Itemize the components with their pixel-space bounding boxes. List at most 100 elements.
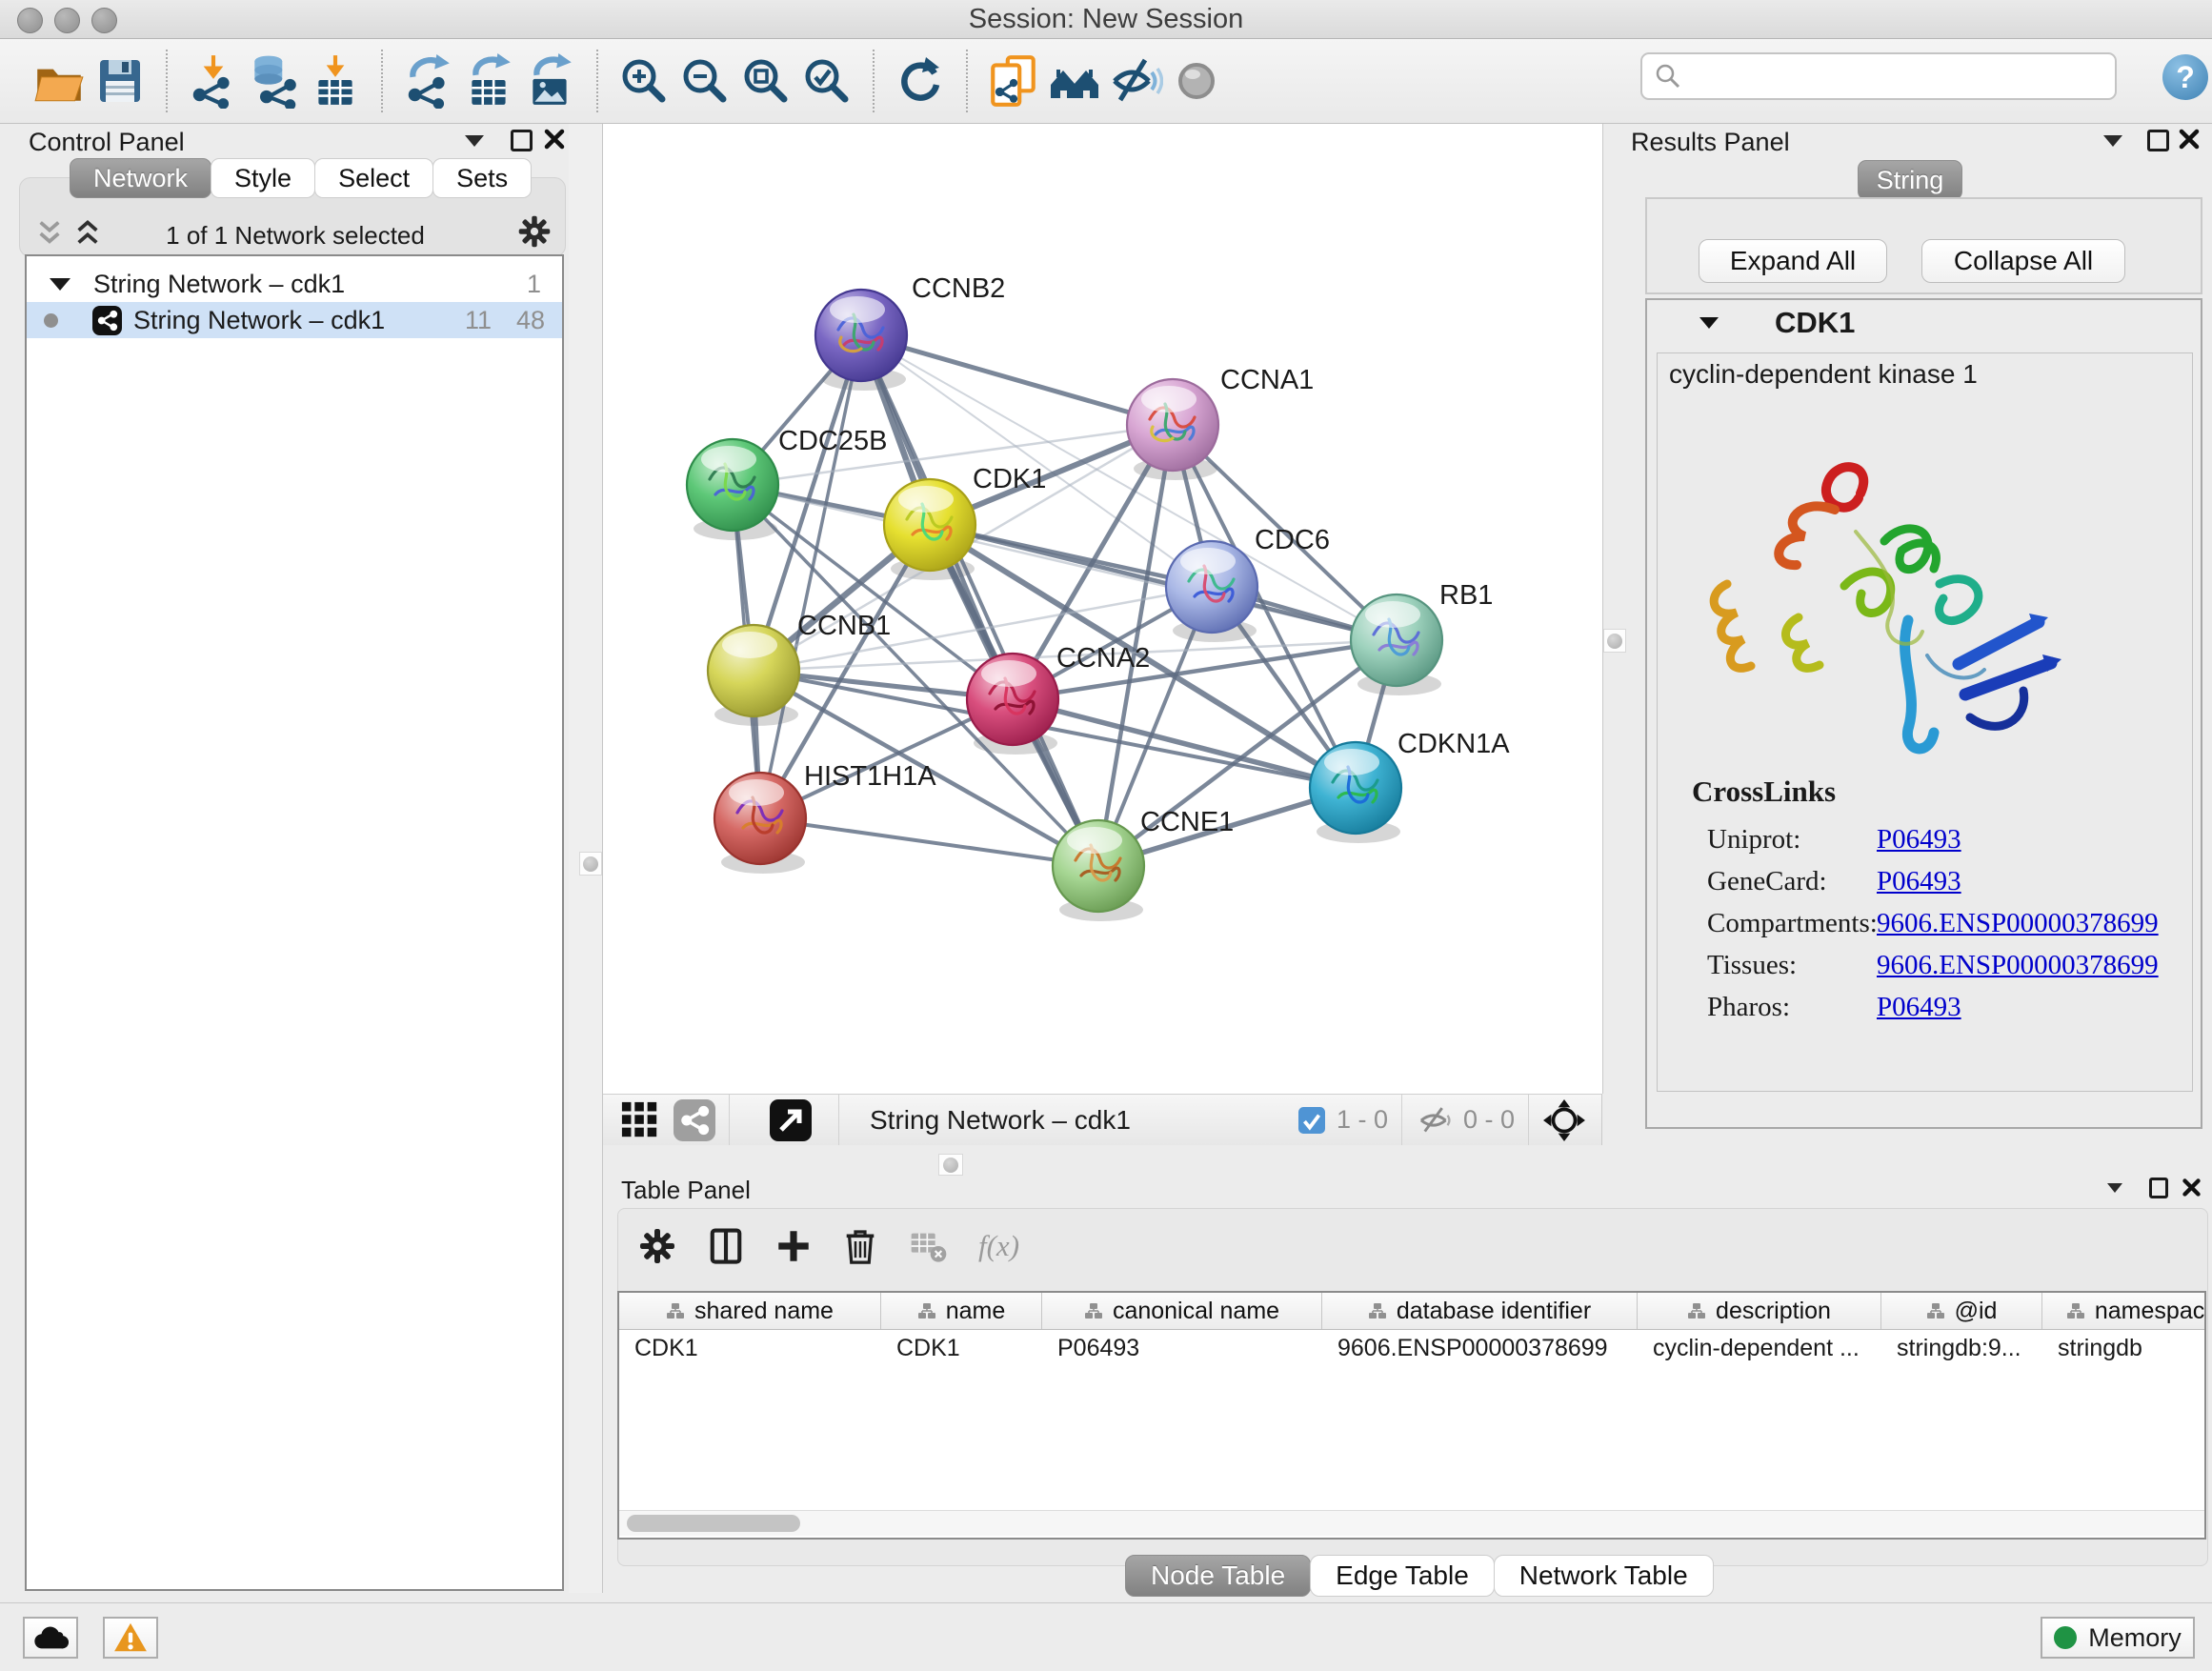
control-panel-float-icon[interactable] bbox=[511, 130, 533, 151]
node-label-RB1: RB1 bbox=[1439, 580, 1493, 611]
zoom-out-button[interactable] bbox=[674, 49, 735, 113]
bottom-splitter-handle[interactable] bbox=[938, 1154, 963, 1176]
collapse-all-button[interactable]: Collapse All bbox=[1921, 239, 2125, 283]
edge-HIST1H1A-CCNE1[interactable] bbox=[760, 818, 1098, 866]
zoom-fit-button[interactable] bbox=[735, 49, 796, 113]
import-table-from-file-button[interactable] bbox=[305, 49, 366, 113]
cloud-status-button[interactable] bbox=[23, 1617, 78, 1659]
table-cell[interactable]: CDK1 bbox=[881, 1330, 1042, 1366]
table-panel-close-icon[interactable] bbox=[2182, 1178, 2202, 1198]
clone-network-button[interactable] bbox=[983, 49, 1044, 113]
detach-view-icon[interactable] bbox=[770, 1099, 812, 1141]
node-CCNA1[interactable]: CCNA1 bbox=[1127, 365, 1314, 471]
toolbar-search-box[interactable] bbox=[1640, 52, 2117, 100]
results-panel-close-icon[interactable] bbox=[2178, 128, 2201, 151]
search-input[interactable] bbox=[1682, 61, 2086, 92]
string-home-button[interactable] bbox=[1044, 49, 1105, 113]
help-button[interactable]: ? bbox=[2162, 54, 2208, 100]
tab-sets[interactable]: Sets bbox=[432, 158, 532, 198]
export-image-button[interactable] bbox=[520, 49, 581, 113]
table-horizontal-scrollbar[interactable] bbox=[619, 1510, 2204, 1536]
open-session-button[interactable] bbox=[29, 49, 90, 113]
node-CCNB1[interactable]: CCNB1 bbox=[708, 611, 891, 716]
column-header-@id[interactable]: @id bbox=[1881, 1293, 2042, 1329]
table-cell[interactable]: P06493 bbox=[1042, 1330, 1322, 1366]
table-panel-float-icon[interactable] bbox=[2149, 1178, 2168, 1198]
delete-trash-icon[interactable] bbox=[841, 1225, 879, 1267]
node-HIST1H1A[interactable]: HIST1H1A bbox=[714, 761, 936, 864]
table-cell[interactable]: stringdb:9... bbox=[1881, 1330, 2042, 1366]
results-panel-float-icon[interactable] bbox=[2147, 130, 2169, 151]
scrollbar-thumb[interactable] bbox=[627, 1515, 800, 1532]
export-network-button[interactable] bbox=[398, 49, 459, 113]
expand-all-icon[interactable] bbox=[72, 219, 103, 246]
netbar-separator bbox=[1401, 1095, 1402, 1145]
grid-view-icon[interactable] bbox=[620, 1100, 660, 1140]
network-graph[interactable]: CCNB2CCNA1CDC25BCDK1CDC6RB1CCNB1CCNA2CDK… bbox=[603, 124, 1602, 1094]
tree-expander-icon[interactable] bbox=[50, 278, 70, 291]
column-header-canonical-name[interactable]: canonical name bbox=[1042, 1293, 1322, 1329]
apply-layout-button[interactable] bbox=[890, 49, 951, 113]
crosslink-link[interactable]: 9606.ENSP00000378699 bbox=[1877, 950, 2159, 981]
table-settings-gear-icon[interactable] bbox=[637, 1226, 677, 1266]
table-cell[interactable]: CDK1 bbox=[619, 1330, 881, 1366]
node-CDK1[interactable]: CDK1 bbox=[884, 464, 1046, 571]
tab-select[interactable]: Select bbox=[314, 158, 433, 198]
selected-checkbox-icon[interactable] bbox=[1298, 1107, 1325, 1134]
crosslink-link[interactable]: P06493 bbox=[1877, 992, 1961, 1023]
expand-all-button[interactable]: Expand All bbox=[1699, 239, 1887, 283]
network-tree-root-row[interactable]: String Network – cdk1 1 bbox=[27, 266, 562, 302]
tab-style[interactable]: Style bbox=[211, 158, 315, 198]
table-row[interactable]: CDK1CDK1P064939606.ENSP00000378699cyclin… bbox=[619, 1330, 2204, 1366]
eye-disabled-button[interactable] bbox=[1166, 49, 1227, 113]
memory-button[interactable]: Memory bbox=[2041, 1617, 2195, 1659]
network-canvas[interactable]: CCNB2CCNA1CDC25BCDK1CDC6RB1CCNB1CCNA2CDK… bbox=[603, 124, 1603, 1094]
node-RB1[interactable]: RB1 bbox=[1351, 580, 1493, 686]
zoom-selected-button[interactable] bbox=[796, 49, 857, 113]
network-tree-child-row[interactable]: String Network – cdk1 11 48 bbox=[27, 302, 562, 338]
window-title: Session: New Session bbox=[0, 4, 2212, 35]
network-view-share-icon[interactable] bbox=[674, 1099, 715, 1141]
column-header-description[interactable]: description bbox=[1638, 1293, 1881, 1329]
table-panel-menu-icon[interactable] bbox=[2107, 1183, 2122, 1193]
edge-CCNB2-CCNA1[interactable] bbox=[861, 335, 1173, 425]
control-panel-close-icon[interactable] bbox=[543, 128, 566, 151]
hide-unhide-button[interactable] bbox=[1105, 49, 1166, 113]
results-panel-menu-icon[interactable] bbox=[2103, 135, 2122, 147]
import-network-from-database-button[interactable] bbox=[244, 49, 305, 113]
table-cell[interactable]: 9606.ENSP00000378699 bbox=[1322, 1330, 1638, 1366]
network-options-gear-icon[interactable] bbox=[516, 213, 553, 250]
column-header-namespace[interactable]: namespace bbox=[2042, 1293, 2206, 1329]
collapse-all-icon[interactable] bbox=[34, 219, 65, 246]
column-header-database-identifier[interactable]: database identifier bbox=[1322, 1293, 1638, 1329]
node-CCNB2[interactable]: CCNB2 bbox=[815, 273, 1005, 381]
show-columns-icon[interactable] bbox=[706, 1225, 746, 1267]
edge-CCNB2-HIST1H1A[interactable] bbox=[760, 335, 861, 818]
tab-node-table[interactable]: Node Table bbox=[1125, 1555, 1311, 1597]
tab-edge-table[interactable]: Edge Table bbox=[1310, 1555, 1495, 1597]
node-table[interactable]: shared name name canonical namedatabase id… bbox=[617, 1291, 2206, 1540]
zoom-in-button[interactable] bbox=[613, 49, 674, 113]
crosslink-link[interactable]: P06493 bbox=[1877, 824, 1961, 856]
tab-string[interactable]: String bbox=[1858, 160, 1962, 200]
save-session-button[interactable] bbox=[90, 49, 151, 113]
column-header-shared-name[interactable]: shared name bbox=[619, 1293, 881, 1329]
export-table-button[interactable] bbox=[459, 49, 520, 113]
warnings-button[interactable] bbox=[103, 1617, 158, 1659]
crosslink-link[interactable]: 9606.ENSP00000378699 bbox=[1877, 908, 2159, 939]
left-splitter-handle[interactable] bbox=[579, 852, 602, 876]
column-header-label: name bbox=[946, 1298, 1006, 1325]
add-icon[interactable] bbox=[774, 1226, 813, 1266]
import-network-from-file-button[interactable] bbox=[183, 49, 244, 113]
tab-network-table[interactable]: Network Table bbox=[1494, 1555, 1714, 1597]
entry-expander-icon[interactable] bbox=[1699, 317, 1719, 329]
column-header-name[interactable]: name bbox=[881, 1293, 1042, 1329]
tab-network[interactable]: Network bbox=[70, 158, 211, 198]
table-cell[interactable]: cyclin-dependent ... bbox=[1638, 1330, 1881, 1366]
control-panel-menu-icon[interactable] bbox=[465, 135, 484, 147]
node-CDKN1A[interactable]: CDKN1A bbox=[1310, 729, 1510, 834]
right-splitter-handle[interactable] bbox=[1603, 629, 1626, 653]
fit-selected-crosshair-icon[interactable] bbox=[1542, 1098, 1586, 1142]
crosslink-link[interactable]: P06493 bbox=[1877, 866, 1961, 897]
table-cell[interactable]: stringdb bbox=[2042, 1330, 2206, 1366]
